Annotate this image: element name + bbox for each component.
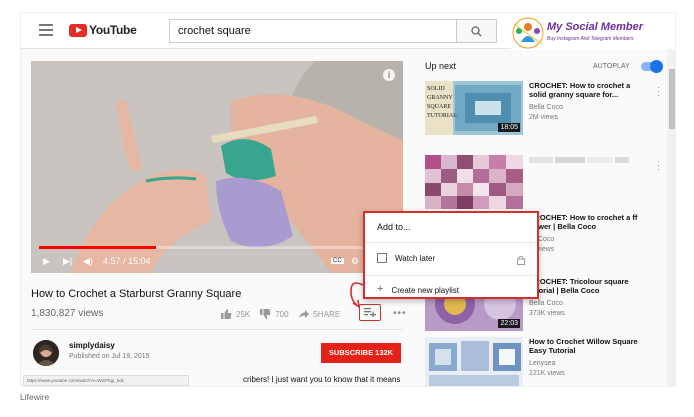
scrollbar-thumb[interactable]: [669, 69, 675, 129]
search-icon: [471, 26, 482, 37]
top-bar: YouTube crochet square My Social Member …: [21, 13, 675, 50]
add-to-playlist-popup: Add to... Watch later + Create new playl…: [363, 211, 539, 299]
time-display: 4:57 / 15:04: [103, 256, 151, 266]
more-options-icon[interactable]: · · ·: [657, 83, 661, 100]
logo-text: YouTube: [89, 23, 137, 37]
view-count: 121K views: [529, 370, 565, 377]
more-options-icon[interactable]: · · ·: [657, 157, 661, 174]
video-title: CROCHET: Tricolour square tutorial | Bel…: [529, 277, 629, 295]
brand-title: My Social Member: [547, 21, 643, 33]
search-input[interactable]: crochet square: [169, 19, 457, 43]
plus-icon: +: [377, 283, 384, 295]
dislike-button[interactable]: 700: [260, 309, 289, 319]
video-frame: [31, 61, 403, 273]
video-title: How to Crochet a Starburst Granny Square: [31, 288, 242, 300]
like-button[interactable]: 25K: [221, 309, 250, 319]
player-controls: ▶ ▶| ◀) 4:57 / 15:04 CC ⚙: [31, 249, 403, 273]
brand-subtitle: Buy Instagram And Telegram Members: [547, 36, 634, 42]
watch-later-option[interactable]: Watch later: [377, 253, 435, 263]
publish-date: Published on Jul 19, 2015: [69, 353, 150, 360]
channel-name: Bella Coco: [529, 104, 563, 111]
people-network-icon: [512, 17, 544, 49]
video-thumbnail: SOLID GRANNY SQUARE TUTORIAL 18:05: [425, 81, 523, 135]
up-next-heading: Up next: [425, 61, 457, 71]
duration: 22:03: [498, 319, 520, 328]
thumbs-up-icon: [221, 309, 232, 319]
play-icon[interactable]: ▶: [43, 256, 50, 267]
avatar-image: [33, 340, 59, 366]
channel-name: Bella Coco: [529, 300, 563, 307]
watermark-logo: My Social Member Buy Instagram And Teleg…: [511, 16, 675, 50]
channel-name: Lenysea: [529, 360, 556, 367]
video-description: cribers! I just want you to know that it…: [243, 375, 401, 384]
video-player[interactable]: i ▶ ▶| ◀) 4:57 / 15:04 CC ⚙: [31, 61, 403, 273]
view-count: 2M views: [529, 114, 559, 121]
info-icon[interactable]: i: [383, 69, 395, 81]
divider: [365, 242, 537, 243]
create-playlist-option[interactable]: + Create new playlist: [377, 283, 459, 295]
captions-icon[interactable]: CC: [331, 258, 344, 264]
view-count: 1,830,827 views: [31, 308, 104, 319]
suggested-video[interactable]: How to Crochet Willow Square Easy Tutori…: [425, 337, 665, 386]
next-icon[interactable]: ▶|: [63, 256, 72, 267]
search-button[interactable]: [457, 19, 497, 43]
volume-icon[interactable]: ◀): [83, 256, 93, 267]
settings-icon[interactable]: ⚙: [351, 256, 359, 267]
video-thumbnail: [425, 337, 523, 386]
scrollbar[interactable]: [667, 49, 675, 386]
blurred-title: [529, 157, 629, 163]
menu-icon[interactable]: [39, 24, 53, 36]
divider: [365, 275, 537, 276]
channel-name[interactable]: simplydaisy: [69, 341, 115, 350]
avatar[interactable]: [33, 340, 59, 366]
video-title: CROCHET: How to crochet a ff flower | Be…: [529, 213, 638, 231]
autoplay-toggle[interactable]: [641, 60, 663, 73]
lock-icon: [517, 255, 525, 265]
subscribe-button[interactable]: SUBSCRIBE 132K: [321, 343, 401, 363]
play-logo-icon: [69, 23, 87, 37]
view-count: 373K views: [529, 310, 565, 317]
suggested-video[interactable]: SOLID GRANNY SQUARE TUTORIAL 18:05 CROCHET:…: [425, 81, 665, 135]
youtube-logo[interactable]: YouTube: [69, 23, 137, 37]
duration: 18:05: [498, 123, 520, 132]
suggested-video[interactable]: · · ·: [425, 155, 665, 209]
autoplay-label: AUTOPLAY: [593, 63, 630, 70]
image-caption: Lifewire: [20, 392, 50, 402]
watch-later-checkbox[interactable]: [377, 253, 387, 263]
thumbs-down-icon: [260, 309, 271, 319]
status-url: https://www.youtube.com/watch?v=WmFfqp_b…: [23, 375, 189, 386]
more-actions-icon[interactable]: •••: [393, 308, 407, 319]
video-thumbnail-pixelated: [425, 155, 523, 209]
video-title: CROCHET: How to crochet a solid granny s…: [529, 81, 631, 99]
share-icon: [298, 310, 309, 318]
divider: [31, 329, 403, 330]
browser-frame: YouTube crochet square My Social Member …: [20, 12, 676, 387]
popup-title: Add to...: [377, 222, 411, 232]
video-title: How to Crochet Willow Square Easy Tutori…: [529, 337, 638, 355]
